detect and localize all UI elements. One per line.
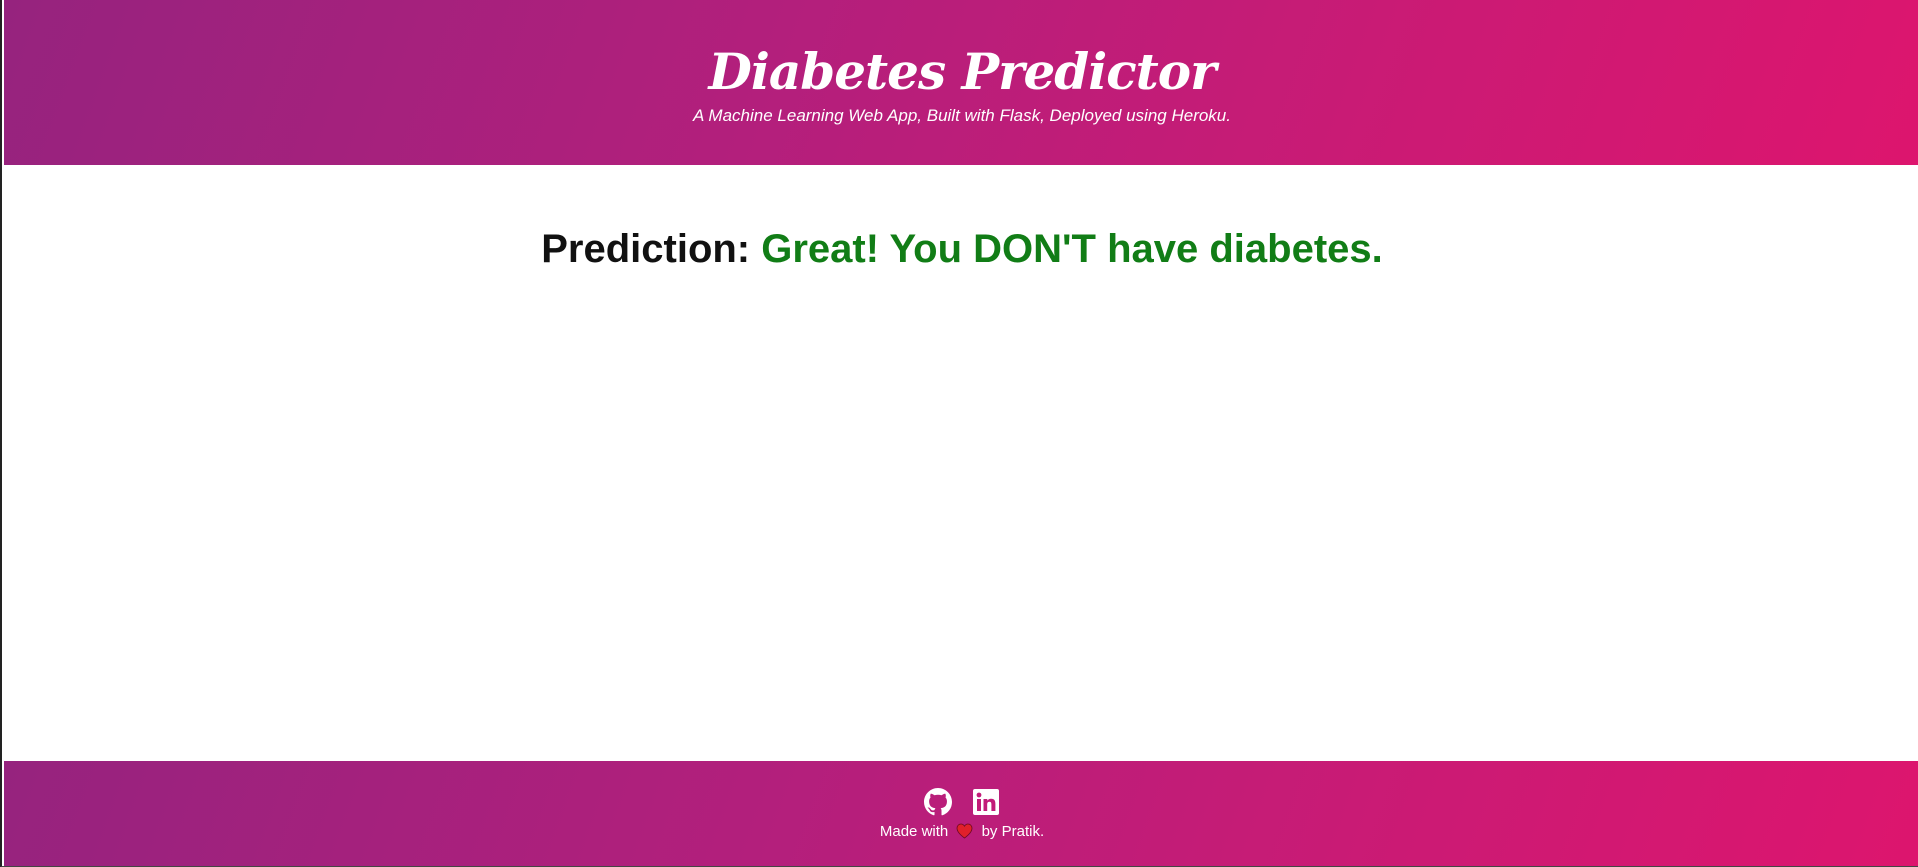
- page-title: Diabetes Predictor: [708, 42, 1217, 101]
- linkedin-icon: [973, 789, 999, 815]
- github-link[interactable]: [924, 788, 952, 816]
- page: Diabetes Predictor A Machine Learning We…: [0, 0, 1918, 867]
- prediction-result: Prediction: Great! You DON'T have diabet…: [4, 225, 1918, 273]
- heart-icon: [957, 823, 973, 839]
- prediction-label: Prediction:: [541, 227, 762, 271]
- prediction-value: Great! You DON'T have diabetes.: [761, 227, 1383, 271]
- credit-suffix: by Pratik.: [981, 823, 1045, 840]
- linkedin-link[interactable]: [972, 788, 1000, 816]
- page-subtitle: A Machine Learning Web App, Built with F…: [693, 106, 1231, 125]
- footer: Made with by Pratik.: [4, 761, 1918, 866]
- github-icon: [924, 788, 952, 816]
- credit-prefix: Made with: [879, 823, 949, 840]
- social-links: [4, 788, 1918, 816]
- header-banner: Diabetes Predictor A Machine Learning We…: [4, 0, 1918, 165]
- credit-line: Made with by Pratik.: [4, 823, 1918, 841]
- main-content: Prediction: Great! You DON'T have diabet…: [4, 165, 1918, 761]
